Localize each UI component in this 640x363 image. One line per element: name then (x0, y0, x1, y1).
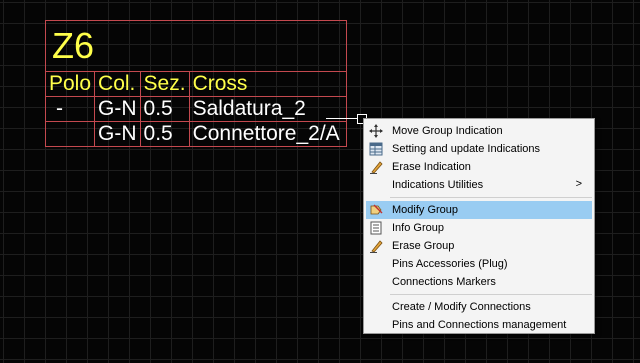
menu-item-label: Setting and update Indications (392, 143, 541, 155)
cell-cross: Connettore_2/A (188, 121, 347, 147)
menu-item-create-modify-connections[interactable]: Create / Modify Connections (366, 298, 592, 316)
cad-label-table[interactable]: Z6 Polo Col. Sez. Cross - G-N 0.5 Saldat… (44, 20, 347, 147)
cell-polo (44, 121, 96, 147)
eraser-icon (366, 239, 386, 253)
menu-separator (390, 197, 592, 198)
cell-sez: 0.5 (139, 121, 190, 147)
menu-item-label: Info Group (392, 222, 444, 234)
cell-polo: - (44, 96, 96, 122)
menu-item-connections-markers[interactable]: Connections Markers (366, 273, 592, 291)
table-title: Z6 (45, 20, 347, 72)
table-row: - G-N 0.5 Saldatura_2 (44, 96, 347, 122)
menu-item-label: Pins and Connections management (392, 319, 567, 331)
header-col: Col. (94, 71, 141, 97)
menu-item-label: Indications Utilities (392, 179, 484, 191)
menu-item-erase-group[interactable]: Erase Group (366, 237, 592, 255)
context-menu: Move Group Indication Setting and update… (363, 118, 595, 334)
menu-separator (390, 294, 592, 295)
menu-item-move-group-indication[interactable]: Move Group Indication (366, 122, 592, 140)
header-cross: Cross (188, 71, 347, 97)
menu-item-info-group[interactable]: Info Group (366, 219, 592, 237)
cell-col: G-N (94, 96, 141, 122)
modify-group-icon (366, 203, 386, 217)
header-polo: Polo (44, 71, 96, 97)
menu-item-label: Erase Group (392, 240, 455, 252)
cell-sez: 0.5 (139, 96, 190, 122)
table-row: G-N 0.5 Connettore_2/A (44, 121, 347, 147)
menu-item-pins-accessories[interactable]: Pins Accessories (Plug) (366, 255, 592, 273)
menu-item-indications-utilities[interactable]: Indications Utilities > (366, 176, 592, 194)
cell-cross: Saldatura_2 (188, 96, 347, 122)
chevron-right-icon: > (575, 178, 582, 190)
cell-col: G-N (94, 121, 141, 147)
menu-item-label: Connections Markers (392, 276, 496, 288)
settings-table-icon (366, 142, 386, 156)
menu-item-pins-connections-management[interactable]: Pins and Connections management (366, 316, 592, 334)
menu-item-label: Pins Accessories (Plug) (392, 258, 508, 270)
menu-item-setting-update-indications[interactable]: Setting and update Indications (366, 140, 592, 158)
leader-line (326, 118, 358, 119)
info-document-icon (366, 221, 386, 235)
menu-item-label: Create / Modify Connections (392, 301, 531, 313)
menu-item-label: Move Group Indication (392, 125, 503, 137)
header-sez: Sez. (139, 71, 190, 97)
menu-item-label: Erase Indication (392, 161, 471, 173)
table-header-row: Polo Col. Sez. Cross (44, 71, 347, 97)
eraser-icon (366, 160, 386, 174)
menu-item-label: Modify Group (392, 204, 459, 216)
menu-item-modify-group[interactable]: Modify Group (366, 201, 592, 219)
menu-item-erase-indication[interactable]: Erase Indication (366, 158, 592, 176)
move-arrows-icon (366, 124, 386, 138)
